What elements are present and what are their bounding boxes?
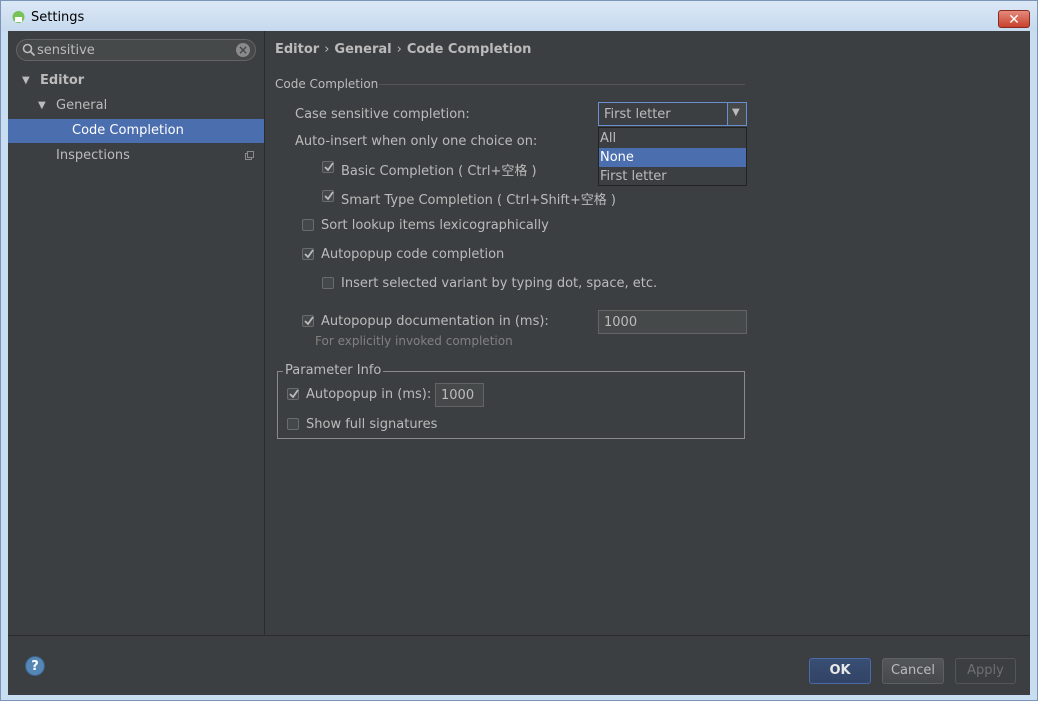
auto-insert-label: Auto-insert when only one choice on: xyxy=(295,134,538,149)
dropdown-option-all[interactable]: All xyxy=(599,129,746,148)
autopopup-doc-hint: For explicitly invoked completion xyxy=(315,334,513,348)
smart-type-label[interactable]: Smart Type Completion ( Ctrl+Shift+空格 ) xyxy=(341,189,616,208)
tree-item-inspections[interactable]: Inspections xyxy=(8,144,264,168)
expanded-arrow-icon[interactable]: ▼ xyxy=(38,100,46,111)
section-divider xyxy=(379,84,745,85)
dialog-content: × ▼ Editor ▼ General Code Completion Ins… xyxy=(8,31,1030,695)
settings-window: Settings ✕ × ▼ Editor ▼ General xyxy=(0,0,1038,701)
close-button[interactable]: ✕ xyxy=(998,10,1030,28)
show-full-signatures-checkbox[interactable] xyxy=(287,418,299,430)
insert-selected-variant-checkbox[interactable] xyxy=(322,277,334,289)
parameter-autopopup-checkbox[interactable] xyxy=(287,388,299,400)
sort-lexicographically-checkbox[interactable] xyxy=(302,219,314,231)
expanded-arrow-icon[interactable]: ▼ xyxy=(22,75,30,86)
checkmark-icon xyxy=(304,316,314,326)
parameter-autopopup-delay-input[interactable] xyxy=(435,383,484,407)
case-sensitive-select[interactable]: First letter ▼ xyxy=(598,102,747,126)
title-bar: Settings ✕ xyxy=(1,1,1037,31)
help-icon[interactable]: ? xyxy=(25,656,45,676)
tree-item-general[interactable]: ▼ General xyxy=(8,94,264,118)
breadcrumb-item: Editor xyxy=(275,42,320,57)
dropdown-option-none[interactable]: None xyxy=(599,148,746,167)
search-input[interactable] xyxy=(37,42,227,58)
case-sensitive-dropdown: All None First letter xyxy=(598,127,747,186)
checkmark-icon xyxy=(289,389,299,399)
breadcrumb: Editor › General › Code Completion xyxy=(275,42,531,57)
settings-panel: Editor › General › Code Completion Code Comp… xyxy=(265,31,1030,635)
clear-search-icon[interactable]: × xyxy=(236,43,250,57)
select-value: First letter xyxy=(604,107,671,122)
autopopup-doc-delay-input[interactable] xyxy=(598,310,747,334)
tree-item-code-completion[interactable]: Code Completion xyxy=(8,119,264,143)
section-title: Code Completion xyxy=(275,77,379,91)
autopopup-doc-checkbox[interactable] xyxy=(302,315,314,327)
sort-lexicographically-label[interactable]: Sort lookup items lexicographically xyxy=(321,218,549,233)
parameter-autopopup-label[interactable]: Autopopup in (ms): xyxy=(306,387,431,402)
checkmark-icon xyxy=(324,162,334,172)
smart-type-checkbox[interactable] xyxy=(322,190,334,202)
settings-sidebar: × ▼ Editor ▼ General Code Completion Ins… xyxy=(8,31,265,635)
breadcrumb-separator: › xyxy=(396,42,402,57)
basic-completion-label[interactable]: Basic Completion ( Ctrl+空格 ) xyxy=(341,160,537,179)
chevron-down-icon: ▼ xyxy=(732,107,740,118)
autopopup-code-label[interactable]: Autopopup code completion xyxy=(321,247,504,262)
autopopup-doc-label[interactable]: Autopopup documentation in (ms): xyxy=(321,314,549,329)
option-label: None xyxy=(600,150,634,165)
window-title: Settings xyxy=(31,10,85,25)
tree-item-label: Code Completion xyxy=(72,123,184,138)
autopopup-code-checkbox[interactable] xyxy=(302,248,314,260)
apply-button[interactable]: Apply xyxy=(955,658,1016,684)
parameter-info-title: Parameter Info xyxy=(283,363,384,378)
basic-completion-checkbox[interactable] xyxy=(322,161,334,173)
tree-item-label: Inspections xyxy=(56,148,130,163)
option-label: All xyxy=(600,131,617,146)
show-full-signatures-label[interactable]: Show full signatures xyxy=(306,417,437,432)
tree-item-label: Editor xyxy=(40,73,85,88)
project-settings-icon xyxy=(245,151,254,160)
insert-selected-variant-label[interactable]: Insert selected variant by typing dot, s… xyxy=(341,276,657,291)
tree-item-editor[interactable]: ▼ Editor xyxy=(8,69,264,93)
android-studio-icon xyxy=(12,11,25,23)
checkmark-icon xyxy=(304,249,314,259)
dialog-footer: ? OK Cancel Apply xyxy=(8,635,1030,695)
case-sensitive-label: Case sensitive completion: xyxy=(295,107,470,122)
tree-item-label: General xyxy=(56,98,108,113)
dropdown-option-first-letter[interactable]: First letter xyxy=(599,167,746,186)
dropdown-button[interactable]: ▼ xyxy=(727,103,746,125)
breadcrumb-separator: › xyxy=(324,42,330,57)
breadcrumb-item: Code Completion xyxy=(406,42,532,57)
checkmark-icon xyxy=(324,191,334,201)
search-icon xyxy=(22,43,36,57)
breadcrumb-item: General xyxy=(334,42,392,57)
search-box: × xyxy=(16,39,256,61)
option-label: First letter xyxy=(600,169,667,184)
cancel-button[interactable]: Cancel xyxy=(882,658,944,684)
ok-button[interactable]: OK xyxy=(809,658,871,684)
